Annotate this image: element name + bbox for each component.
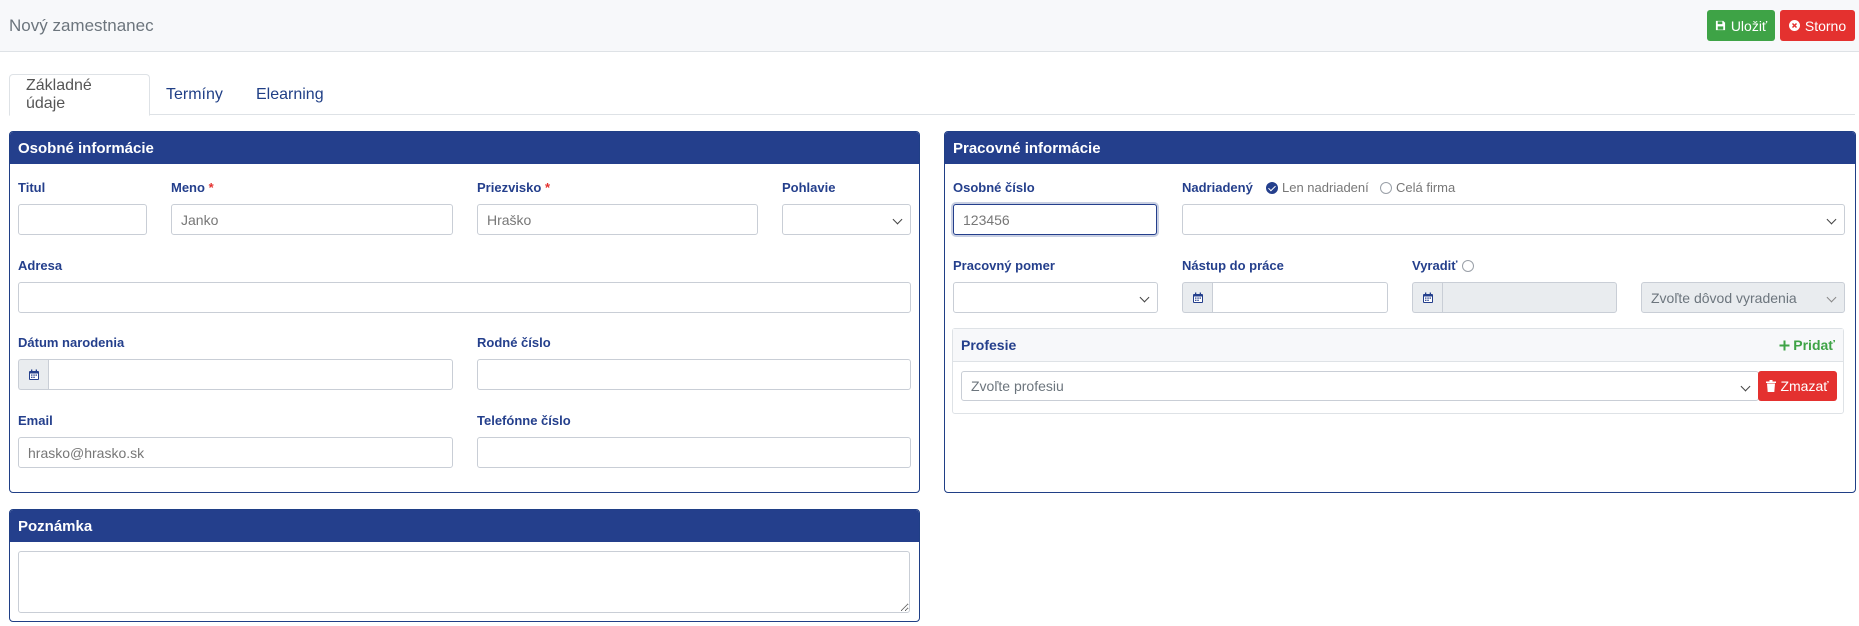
- pridat-button[interactable]: Pridať: [1779, 337, 1835, 353]
- vyradit-label-text: Vyradiť: [1412, 258, 1458, 273]
- dovod-vyradenia-select: Zvoľte dôvod vyradenia: [1641, 282, 1845, 313]
- plus-icon: [1779, 340, 1790, 350]
- meno-label-text: Meno: [171, 180, 205, 195]
- tab-label: Termíny: [166, 85, 223, 103]
- zmazat-label: Zmazať: [1780, 378, 1829, 394]
- tab-elearning[interactable]: Elearning: [240, 74, 340, 115]
- nadriadeny-label: Nadriadený: [1182, 180, 1253, 195]
- radio-len-label: Len nadriadení: [1282, 180, 1369, 195]
- pohlavie-label: Pohlavie: [782, 180, 836, 195]
- vyradit-radio[interactable]: [1461, 259, 1474, 272]
- cancel-button-label: Storno: [1804, 17, 1847, 34]
- calendar-icon[interactable]: [18, 359, 48, 390]
- dovod-placeholder: Zvoľte dôvod vyradenia: [1651, 289, 1797, 306]
- vyradit-label: Vyradiť: [1412, 258, 1474, 273]
- osobne-cislo-input[interactable]: 123456: [953, 204, 1157, 235]
- nastup-label: Nástup do práce: [1182, 258, 1284, 273]
- tab-label: Základné údaje: [26, 77, 92, 112]
- radio-unchecked-icon: [1380, 181, 1392, 194]
- email-label: Email: [18, 413, 53, 428]
- pohlavie-select[interactable]: [782, 204, 911, 235]
- profesie-header: Profesie Pridať: [953, 329, 1843, 362]
- datum-narodenia-label: Dátum narodenia: [18, 335, 125, 350]
- profesia-select[interactable]: Zvoľte profesiu: [961, 371, 1759, 401]
- cancel-button[interactable]: Storno: [1780, 10, 1855, 41]
- trash-icon: [1766, 380, 1777, 392]
- top-bar: Nový zamestnanec Uložiť Storno: [0, 0, 1859, 52]
- required-mark: *: [544, 180, 551, 195]
- profesie-title: Profesie: [961, 337, 1017, 353]
- titul-input[interactable]: [18, 204, 147, 235]
- pracovny-pomer-label: Pracovný pomer: [953, 258, 1055, 273]
- page-title: Nový zamestnanec: [9, 16, 154, 35]
- nastup-input[interactable]: [1212, 282, 1388, 313]
- radio-len-nadriadeni[interactable]: Len nadriadení: [1266, 180, 1369, 195]
- note-textarea[interactable]: [18, 551, 910, 613]
- osobne-cislo-label: Osobné číslo: [953, 180, 1035, 195]
- zmazat-button[interactable]: Zmazať: [1758, 371, 1837, 401]
- telefon-input[interactable]: [477, 437, 911, 468]
- datum-narodenia-input[interactable]: [48, 359, 453, 390]
- telefon-label: Telefónne číslo: [477, 413, 571, 428]
- tab-terminy[interactable]: Termíny: [150, 74, 239, 115]
- email-input[interactable]: hrasko@hrasko.sk: [18, 437, 453, 468]
- tab-zakladne-udaje[interactable]: Základné údaje: [9, 74, 150, 116]
- radio-cela-label: Celá firma: [1396, 180, 1456, 195]
- required-mark: *: [208, 180, 214, 195]
- radio-checked-icon: [1266, 181, 1278, 194]
- note-header: Poznámka: [10, 510, 919, 542]
- rodne-cislo-label: Rodné číslo: [477, 335, 551, 350]
- floppy-disk-icon: [1715, 20, 1725, 31]
- work-info-header: Pracovné informácie: [945, 132, 1855, 164]
- titul-label: Titul: [18, 180, 46, 195]
- meno-label: Meno *: [171, 180, 214, 195]
- radio-cela-firma[interactable]: Celá firma: [1380, 180, 1455, 195]
- vyradit-date-input: [1442, 282, 1617, 313]
- pridat-label: Pridať: [1793, 337, 1835, 353]
- tab-label: Elearning: [256, 85, 324, 103]
- meno-input[interactable]: Janko: [171, 204, 453, 235]
- close-circle-icon: [1788, 20, 1800, 31]
- tab-bar: Základné údaje Termíny Elearning: [9, 74, 1855, 116]
- pracovny-pomer-select[interactable]: [953, 282, 1158, 313]
- rodne-cislo-input[interactable]: [477, 359, 911, 390]
- calendar-icon[interactable]: [1182, 282, 1212, 313]
- save-button-label: Uložiť: [1730, 17, 1768, 34]
- personal-info-header: Osobné informácie: [10, 132, 919, 164]
- adresa-label: Adresa: [18, 258, 63, 273]
- calendar-icon[interactable]: [1412, 282, 1442, 313]
- priezvisko-label-text: Priezvisko: [477, 180, 542, 195]
- priezvisko-label: Priezvisko *: [477, 180, 550, 195]
- nadriadeny-select[interactable]: [1182, 204, 1845, 235]
- save-button[interactable]: Uložiť: [1707, 10, 1775, 41]
- profesia-placeholder: Zvoľte profesiu: [971, 378, 1064, 394]
- adresa-input[interactable]: [18, 282, 911, 313]
- priezvisko-input[interactable]: Hraško: [477, 204, 758, 235]
